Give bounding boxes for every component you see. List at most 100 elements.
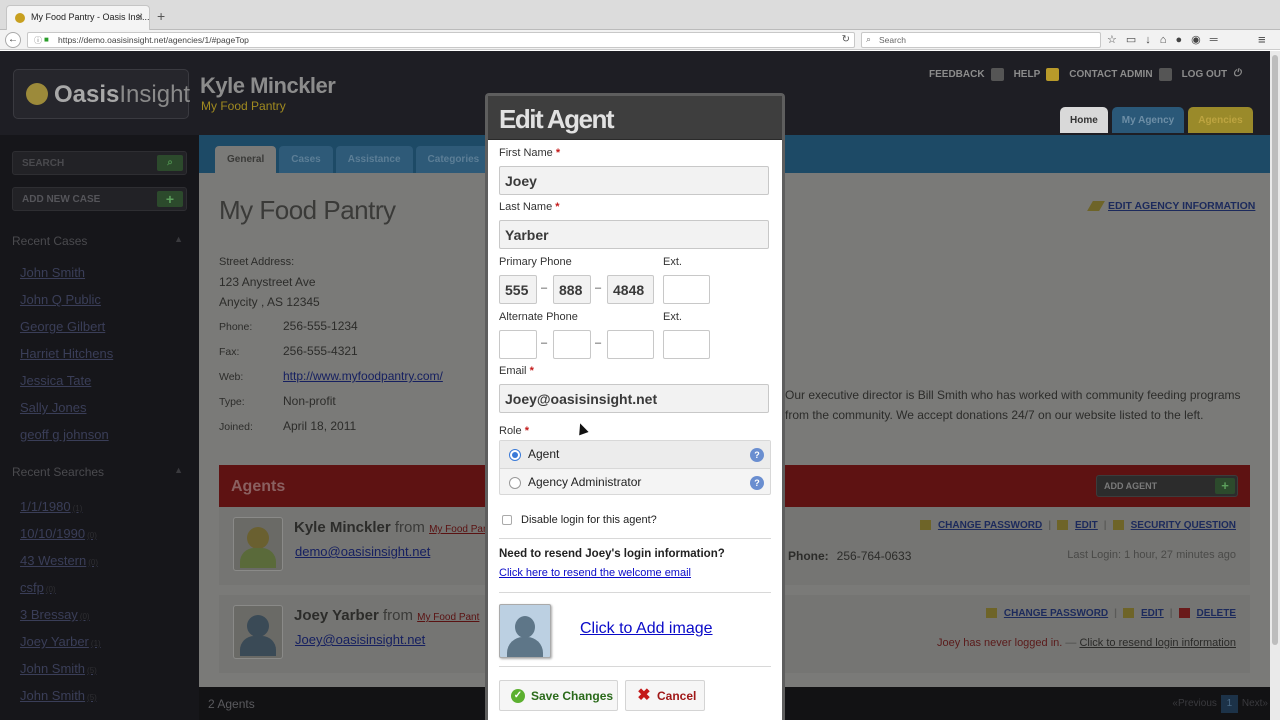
contact-admin-link[interactable]: CONTACT ADMIN [1069, 69, 1152, 80]
edit-agency-info-link[interactable]: EDIT AGENCY INFORMATION [1087, 200, 1255, 212]
help-icon[interactable] [1046, 68, 1060, 81]
agent-agency-link[interactable]: My Food Pant [429, 524, 491, 535]
hamburger-menu-icon[interactable]: ≡ [1258, 32, 1266, 47]
bookmark-star-icon[interactable]: ☆ [1107, 34, 1126, 46]
primary-phone-line-field[interactable]: 4848 [607, 275, 654, 304]
disable-login-checkbox[interactable] [502, 515, 512, 525]
recent-search-item[interactable]: 3 Bressay (0) [20, 607, 101, 634]
recent-search-item[interactable]: Joey Yarber (1) [20, 634, 101, 661]
agent-agency-link[interactable]: My Food Pant [417, 612, 479, 623]
agency-administrator-radio[interactable] [509, 477, 521, 489]
logout-link[interactable]: LOG OUT [1182, 69, 1228, 80]
recent-case-item[interactable]: Jessica Tate [20, 373, 113, 400]
agent-photo-placeholder[interactable] [499, 604, 551, 658]
recent-search-item[interactable]: 43 Western (0) [20, 553, 101, 580]
recent-search-item[interactable]: John Smith (5) [20, 688, 101, 715]
page-scrollbar[interactable] [1270, 51, 1280, 720]
reading-list-icon[interactable]: ▭ [1126, 34, 1145, 46]
first-name-field[interactable]: Joey [499, 166, 769, 195]
close-tab-icon[interactable]: × [137, 11, 143, 23]
tab-cases[interactable]: Cases [279, 146, 333, 173]
pocket-icon[interactable]: ◉ [1191, 34, 1210, 46]
alternate-phone-area-field[interactable] [499, 330, 537, 359]
add-agent-button[interactable]: ADD AGENT + [1096, 475, 1238, 497]
recent-case-item[interactable]: George Gilbert [20, 319, 113, 346]
recent-search-item[interactable]: 1/1/1980 (1) [20, 499, 101, 526]
top-links: FEEDBACK HELP CONTACT ADMIN LOG OUT ⏻ [929, 68, 1251, 81]
home-icon[interactable]: ⌂ [1160, 34, 1176, 46]
recent-search-item[interactable]: csfp (0) [20, 580, 101, 607]
user-icon[interactable] [1158, 68, 1172, 81]
alternate-phone-prefix-field[interactable] [553, 330, 591, 359]
logo[interactable]: OasisInsight [13, 69, 190, 119]
collapse-icon[interactable]: ▲ [174, 234, 183, 244]
power-icon[interactable]: ⏻ [1233, 68, 1241, 81]
role-option-agency-administrator[interactable]: Agency Administrator ? [500, 468, 770, 495]
tab-agencies[interactable]: Agencies [1188, 107, 1253, 133]
recent-case-item[interactable]: Harriet Hitchens [20, 346, 113, 373]
recent-search-item[interactable]: John Smith (5) [20, 661, 101, 688]
pager-previous[interactable]: «Previous [1172, 698, 1216, 709]
agent-radio[interactable] [509, 449, 521, 461]
pager-next[interactable]: Next» [1242, 698, 1268, 709]
help-icon[interactable]: ? [750, 476, 764, 490]
email-field[interactable]: Joey@oasisinsight.net [499, 384, 769, 413]
feedback-link[interactable]: FEEDBACK [929, 69, 985, 80]
help-icon[interactable]: ? [750, 448, 764, 462]
role-label-text: Role [499, 425, 522, 437]
back-button[interactable]: ← [5, 32, 21, 48]
change-password-link[interactable]: CHANGE PASSWORD [1004, 608, 1108, 619]
edit-link[interactable]: EDIT [1075, 520, 1098, 531]
download-icon[interactable]: ↓ [1145, 34, 1160, 46]
add-image-link[interactable]: Click to Add image [580, 620, 713, 638]
agent-email-link[interactable]: demo@oasisinsight.net [295, 544, 430, 559]
resend-welcome-email-link[interactable]: Click here to resend the welcome email [499, 567, 691, 579]
agent-email-link[interactable]: Joey@oasisinsight.net [295, 632, 425, 647]
add-new-case-button[interactable]: ADD NEW CASE + [12, 187, 187, 211]
url-bar[interactable]: ⓘ ■ https://demo.oasisinsight.net/agenci… [27, 32, 855, 48]
reload-icon[interactable]: ↻ [842, 34, 850, 45]
recent-search-item[interactable]: 10/10/1990 (0) [20, 526, 101, 553]
last-name-field[interactable]: Yarber [499, 220, 769, 249]
new-tab-button[interactable]: + [157, 8, 165, 24]
recent-case-item[interactable]: Sally Jones [20, 400, 113, 427]
tab-assistance[interactable]: Assistance [335, 146, 413, 173]
delete-link[interactable]: DELETE [1197, 608, 1236, 619]
tab-home[interactable]: Home [1060, 107, 1108, 133]
recent-case-item[interactable]: John Smith [20, 265, 113, 292]
security-question-link[interactable]: SECURITY QUESTION [1131, 520, 1236, 531]
add-agent-label: ADD AGENT [1104, 481, 1158, 491]
browser-tab[interactable]: My Food Pantry - Oasis Insi... × [6, 5, 150, 30]
recent-search-label: John Smith [20, 661, 86, 676]
info-icon[interactable]: ⓘ [34, 35, 42, 46]
collapse-icon[interactable]: ▲ [174, 465, 183, 475]
web-link[interactable]: http://www.myfoodpantry.com/ [283, 369, 443, 383]
browser-search-input[interactable]: ⌕ Search [861, 32, 1101, 48]
scrollbar-thumb[interactable] [1272, 55, 1278, 645]
agent-phone-label: Phone: [788, 549, 829, 563]
recent-case-item[interactable]: John Q Public [20, 292, 113, 319]
save-changes-button[interactable]: ✓ Save Changes [499, 680, 618, 711]
tab-general[interactable]: General [215, 146, 277, 173]
alternate-ext-field[interactable] [663, 330, 710, 359]
chat-icon[interactable]: ● [1175, 34, 1191, 46]
edit-link[interactable]: EDIT [1141, 608, 1164, 619]
tab-my-agency[interactable]: My Agency [1111, 107, 1185, 133]
alternate-phone-line-field[interactable] [607, 330, 654, 359]
help-link[interactable]: HELP [1014, 69, 1041, 80]
recent-case-item[interactable]: geoff g johnson [20, 427, 113, 454]
extension-icon[interactable]: ═ [1210, 34, 1227, 46]
cancel-button[interactable]: ✖ Cancel [625, 680, 705, 711]
resend-login-link[interactable]: Click to resend login information [1079, 637, 1236, 649]
primary-ext-field[interactable] [663, 275, 710, 304]
tab-categories[interactable]: Categories [415, 146, 492, 173]
pager-page[interactable]: 1 [1220, 695, 1238, 713]
feedback-icon[interactable] [990, 68, 1004, 81]
primary-phone-prefix-field[interactable]: 888 [553, 275, 591, 304]
change-password-link[interactable]: CHANGE PASSWORD [938, 520, 1042, 531]
primary-phone-area-field[interactable]: 555 [499, 275, 537, 304]
search-icon: ⌕ [866, 34, 872, 44]
search-icon[interactable]: ⌕ [157, 155, 183, 171]
role-option-agent[interactable]: Agent ? [500, 441, 770, 468]
sidebar-search-input[interactable]: SEARCH ⌕ [12, 151, 187, 175]
